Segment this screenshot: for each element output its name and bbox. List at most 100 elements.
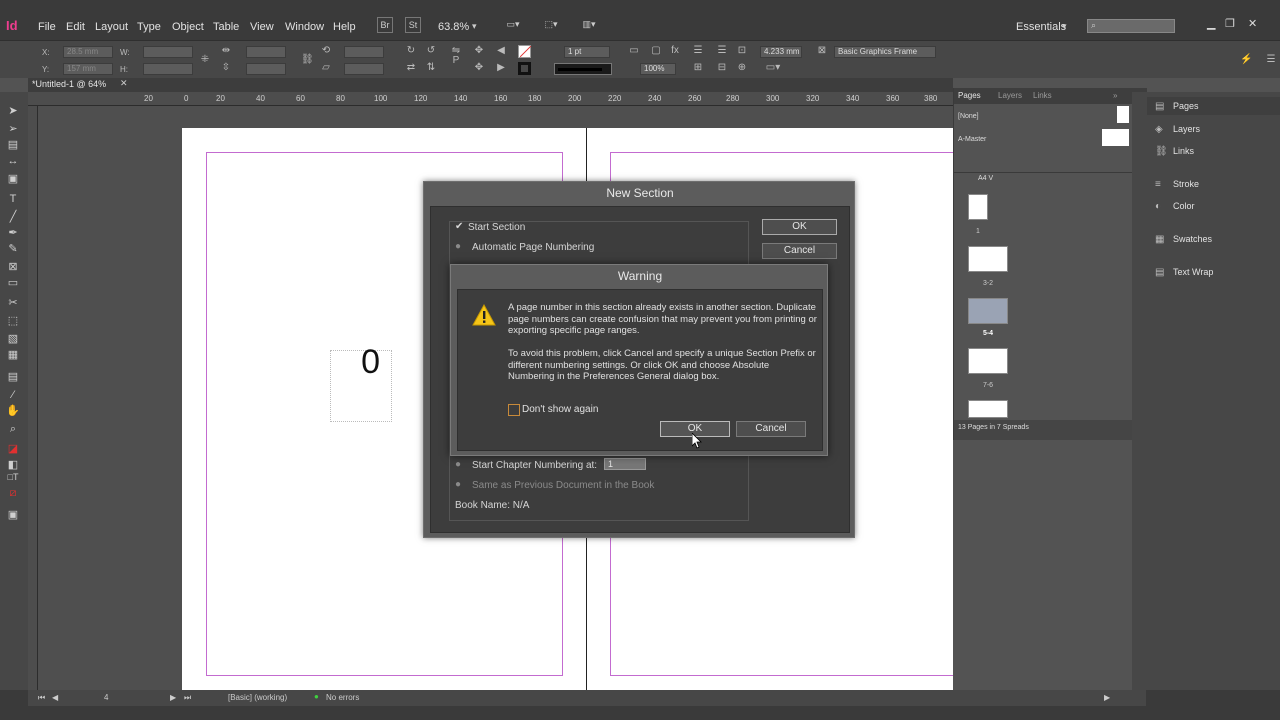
- start-chapter-radio[interactable]: ●: [455, 459, 461, 470]
- page-size-select[interactable]: A4 V: [978, 175, 993, 182]
- type-tool-icon[interactable]: T: [6, 192, 20, 206]
- rotate-ccw-icon[interactable]: ↺: [425, 45, 437, 57]
- prev-object-icon[interactable]: ◀: [495, 45, 507, 57]
- shear-field[interactable]: [344, 63, 384, 75]
- pencil-tool-icon[interactable]: ✎: [6, 242, 20, 256]
- auto-numbering-radio[interactable]: ●: [455, 241, 461, 252]
- x-field[interactable]: 28.5 mm: [63, 46, 113, 58]
- align-center-icon[interactable]: ☰: [716, 45, 728, 57]
- spread-thumbnail[interactable]: [968, 246, 1008, 272]
- none-thumbnail[interactable]: [1117, 106, 1129, 123]
- select-container-icon[interactable]: ✥: [473, 45, 485, 57]
- panel-menu-icon[interactable]: ☰: [1265, 54, 1277, 66]
- menu-file[interactable]: File: [38, 21, 56, 33]
- collapse-icon[interactable]: »: [1113, 91, 1117, 100]
- scale-x-field[interactable]: [246, 46, 286, 58]
- menu-window[interactable]: Window: [285, 21, 324, 33]
- minimize-icon[interactable]: ▁: [1207, 17, 1215, 30]
- page-thumbnail[interactable]: [968, 194, 988, 220]
- fit-content-icon[interactable]: ⊟: [716, 62, 728, 74]
- align-left-icon[interactable]: ☰: [692, 45, 704, 57]
- dock-stroke[interactable]: ≡ Stroke: [1155, 179, 1199, 190]
- reference-point-icon[interactable]: ⁜: [199, 54, 211, 66]
- next-page-icon[interactable]: ▶: [170, 693, 176, 702]
- flip-vertical-icon[interactable]: ⇅: [425, 62, 437, 74]
- view-options-icon[interactable]: ▭▾: [503, 17, 523, 33]
- menu-view[interactable]: View: [250, 21, 274, 33]
- chevron-down-icon[interactable]: ▾: [472, 21, 477, 32]
- spread-thumbnail[interactable]: [968, 348, 1008, 374]
- chapter-number-input[interactable]: 1: [604, 458, 646, 470]
- direct-selection-tool-icon[interactable]: ➢: [6, 122, 20, 136]
- tab-links[interactable]: Links: [1033, 91, 1052, 100]
- rotate-cw-icon[interactable]: ↻: [405, 45, 417, 57]
- close-icon[interactable]: ✕: [1248, 17, 1257, 30]
- scroll-right-icon[interactable]: ▶: [1104, 693, 1110, 702]
- gradient-tool-icon[interactable]: ▧: [6, 332, 20, 346]
- screen-mode-icon[interactable]: ⬚▾: [540, 17, 562, 33]
- dock-links[interactable]: ⛓ Links: [1155, 146, 1194, 157]
- page-number-text[interactable]: 0: [330, 343, 390, 382]
- new-section-cancel-button[interactable]: Cancel: [762, 243, 837, 259]
- stroke-swatch[interactable]: [518, 62, 531, 75]
- apply-none-icon[interactable]: ⧄: [6, 486, 20, 500]
- bridge-button[interactable]: Br: [377, 17, 393, 33]
- warning-cancel-button[interactable]: Cancel: [736, 421, 806, 437]
- new-section-ok-button[interactable]: OK: [762, 219, 837, 235]
- menu-table[interactable]: Table: [213, 21, 239, 33]
- rotation-field[interactable]: [344, 46, 384, 58]
- preflight-profile[interactable]: [Basic] (working): [228, 693, 287, 702]
- page-number-field[interactable]: 4: [104, 693, 108, 702]
- opacity-field[interactable]: 100%: [640, 63, 676, 75]
- free-transform-tool-icon[interactable]: ⬚: [6, 314, 20, 328]
- start-section-checkbox[interactable]: ✔: [455, 221, 463, 232]
- stroke-align-icon[interactable]: ▢: [650, 45, 662, 57]
- menu-object[interactable]: Object: [172, 21, 204, 33]
- flip-horizontal-icon[interactable]: ⇄: [405, 62, 417, 74]
- document-tab[interactable]: *Untitled-1 @ 64%: [32, 79, 106, 92]
- text-wrap-icon[interactable]: ▭▾: [762, 62, 784, 74]
- prev-page-icon[interactable]: ◀: [52, 693, 58, 702]
- menu-layout[interactable]: Layout: [95, 21, 128, 33]
- line-tool-icon[interactable]: ╱: [6, 210, 20, 224]
- dock-swatches[interactable]: ▦ Swatches: [1155, 234, 1212, 245]
- canvas-scrollbar[interactable]: [1132, 92, 1147, 690]
- menu-edit[interactable]: Edit: [66, 21, 85, 33]
- stroke-weight-field[interactable]: 1 pt: [564, 46, 610, 58]
- constrain-proportions-icon[interactable]: ⛓: [301, 54, 314, 66]
- y-field[interactable]: 157 mm: [63, 63, 113, 75]
- close-tab-icon[interactable]: ✕: [120, 78, 128, 89]
- selected-spread-thumbnail[interactable]: [968, 298, 1008, 324]
- restore-icon[interactable]: ❐: [1225, 17, 1235, 30]
- next-object-icon[interactable]: ▶: [495, 62, 507, 74]
- spread-thumbnail[interactable]: [968, 400, 1008, 418]
- dont-show-checkbox[interactable]: [508, 404, 520, 416]
- same-as-previous-radio[interactable]: ●: [455, 479, 461, 490]
- stroke-style-icon[interactable]: ▭: [628, 45, 640, 57]
- preflight-status[interactable]: No errors: [326, 693, 359, 702]
- width-field[interactable]: [143, 46, 193, 58]
- scissors-tool-icon[interactable]: ✂: [6, 296, 20, 310]
- fill-frame-icon[interactable]: ⊞: [692, 62, 704, 74]
- hand-tool-icon[interactable]: ✋: [6, 404, 20, 418]
- rectangle-tool-icon[interactable]: ▭: [6, 276, 20, 290]
- content-collector-icon[interactable]: ▣: [6, 172, 20, 186]
- dock-color[interactable]: ◐ Color: [1155, 201, 1195, 212]
- first-page-icon[interactable]: ⏮: [38, 693, 45, 703]
- zoom-level[interactable]: 63.8%: [438, 21, 469, 33]
- workspace-switcher[interactable]: Essentials: [1016, 21, 1066, 33]
- note-tool-icon[interactable]: ▤: [6, 370, 20, 384]
- p-icon[interactable]: P: [450, 55, 462, 67]
- pen-tool-icon[interactable]: ✒: [6, 226, 20, 240]
- fill-swatch[interactable]: [518, 45, 532, 58]
- gap-tool-icon[interactable]: ↔: [6, 154, 20, 168]
- menu-help[interactable]: Help: [333, 21, 356, 33]
- last-page-icon[interactable]: ⏭: [184, 693, 191, 703]
- arrange-documents-icon[interactable]: ▥▾: [578, 17, 600, 33]
- stock-button[interactable]: St: [405, 17, 421, 33]
- screen-mode-tool-icon[interactable]: ▣: [6, 508, 20, 522]
- dock-layers[interactable]: ◈ Layers: [1155, 124, 1200, 135]
- menu-type[interactable]: Type: [137, 21, 161, 33]
- dock-pages[interactable]: ▤ Pages: [1155, 101, 1199, 112]
- page-tool-icon[interactable]: ▤: [6, 138, 20, 152]
